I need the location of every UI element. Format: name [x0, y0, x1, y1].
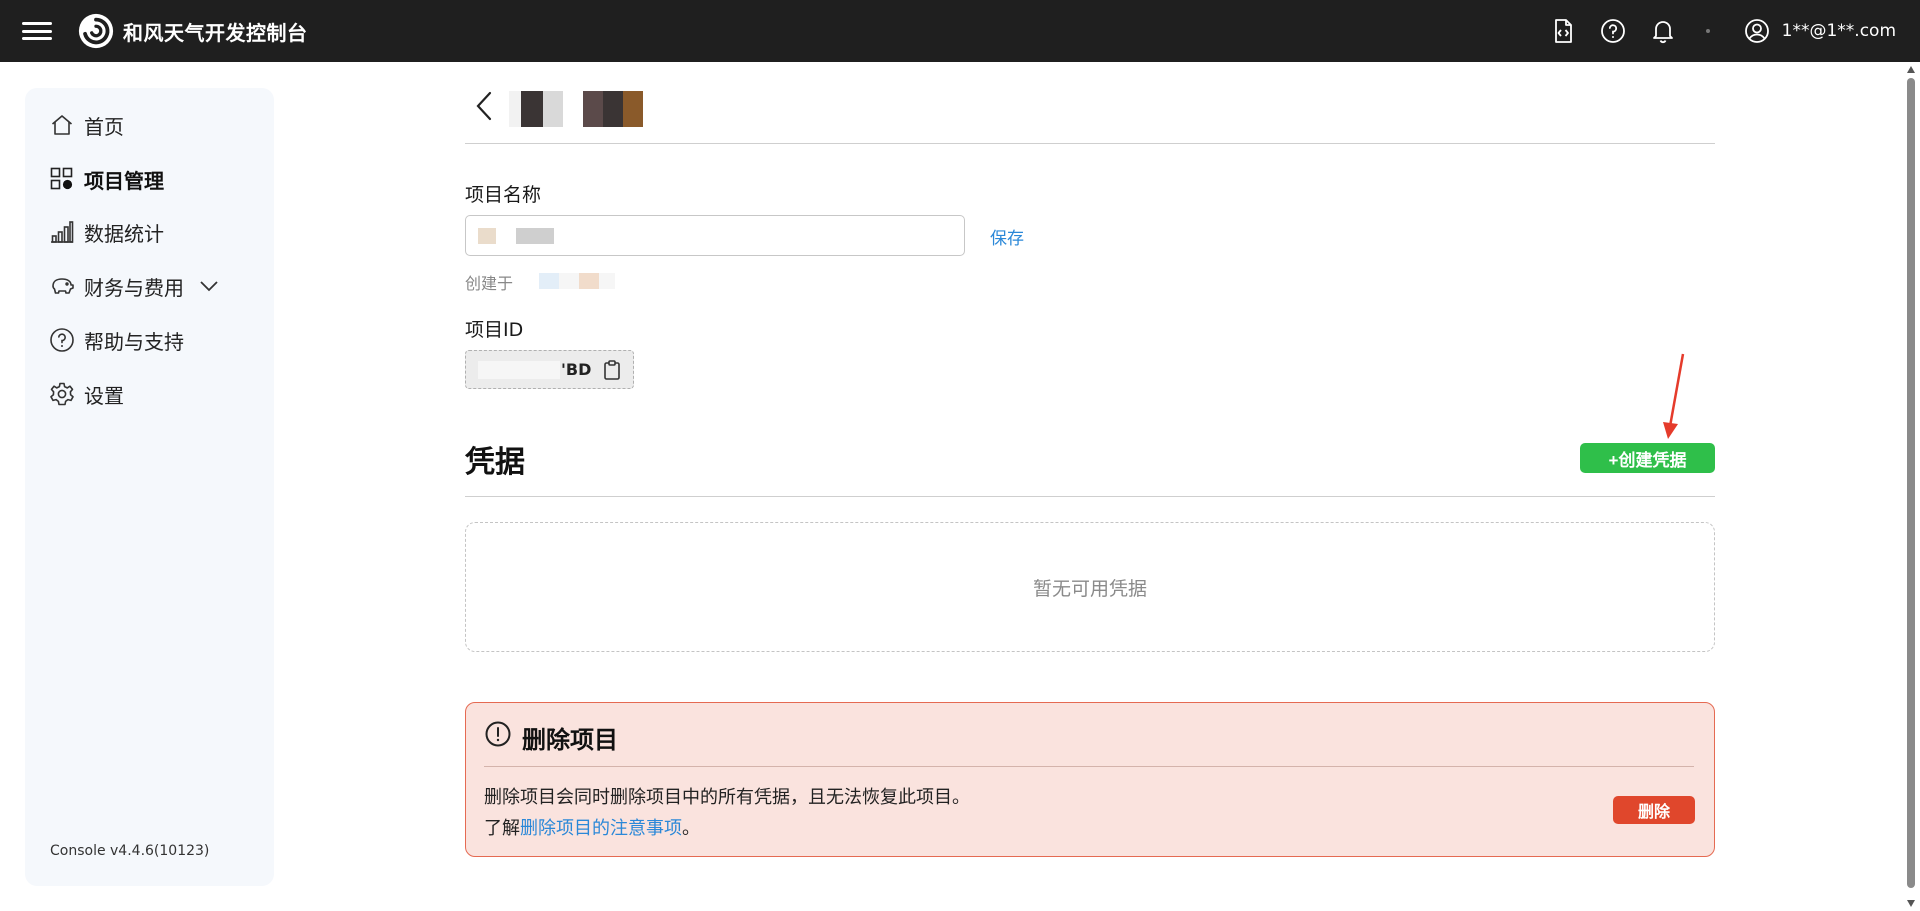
- sidebar-item-label: 设置: [84, 383, 124, 408]
- gear-icon: [50, 382, 74, 406]
- scroll-thumb[interactable]: [1907, 78, 1915, 888]
- grid-icon: [50, 167, 73, 190]
- top-bar: 和风天气开发控制台 1**@1**.com: [0, 0, 1920, 62]
- sidebar-item-projects[interactable]: 项目管理: [49, 163, 164, 195]
- divider: [465, 143, 1715, 144]
- clipboard-icon[interactable]: [601, 359, 623, 381]
- api-doc-icon[interactable]: [1548, 16, 1578, 46]
- created-date-redacted: [539, 273, 615, 289]
- learn-prefix: 了解: [484, 818, 520, 839]
- separator-dot: [1705, 29, 1710, 33]
- bar-chart-icon: [51, 221, 74, 243]
- annotation-arrow-icon: [1663, 353, 1685, 439]
- scrollbar[interactable]: [1902, 62, 1920, 911]
- user-icon[interactable]: [1742, 16, 1772, 46]
- sidebar-item-settings[interactable]: 设置: [49, 378, 124, 410]
- user-email[interactable]: 1**@1**.com: [1782, 21, 1896, 41]
- alert-icon: [485, 721, 511, 747]
- back-arrow-icon[interactable]: [470, 88, 500, 124]
- version-label: Console v4.4.6(10123): [50, 843, 210, 859]
- logo-icon[interactable]: [77, 12, 115, 50]
- app-title[interactable]: 和风天气开发控制台: [123, 17, 308, 46]
- credentials-title: 凭据: [465, 445, 525, 480]
- project-id-label: 项目ID: [465, 319, 524, 341]
- sidebar-item-statistics[interactable]: 数据统计: [49, 216, 164, 248]
- learn-suffix: 。: [682, 818, 700, 839]
- sidebar-item-label: 财务与费用: [84, 275, 184, 300]
- chevron-down-icon[interactable]: [198, 275, 220, 297]
- divider: [484, 766, 1694, 767]
- bell-icon[interactable]: [1648, 16, 1678, 46]
- sidebar-item-label: 帮助与支持: [84, 329, 184, 354]
- delete-learn-more: 了解删除项目的注意事项。: [484, 814, 700, 840]
- created-label: 创建于: [465, 274, 514, 293]
- help-icon: [50, 328, 74, 352]
- help-icon[interactable]: [1598, 16, 1628, 46]
- project-name-input[interactable]: [465, 215, 965, 256]
- project-id-field: 'BD: [465, 350, 634, 389]
- sidebar-item-home[interactable]: 首页: [49, 109, 124, 141]
- delete-project-panel: 删除项目 删除项目会同时删除项目中的所有凭据，且无法恢复此项目。 了解删除项目的…: [465, 702, 1715, 857]
- sidebar-item-help[interactable]: 帮助与支持: [49, 324, 184, 356]
- user-menu[interactable]: 1**@1**.com: [1742, 16, 1896, 46]
- scroll-down-icon[interactable]: [1907, 900, 1915, 907]
- sidebar-item-label: 项目管理: [84, 168, 164, 193]
- empty-state-text: 暂无可用凭据: [1032, 577, 1147, 600]
- sidebar: 首页 项目管理 数据统计 财务与费用 帮助与支持 设置 Console v4.4…: [25, 88, 274, 886]
- sidebar-item-finance[interactable]: 财务与费用: [49, 270, 220, 302]
- scroll-up-icon[interactable]: [1907, 66, 1915, 73]
- empty-credentials-box: 暂无可用凭据: [465, 522, 1715, 652]
- sidebar-item-label: 首页: [84, 114, 124, 139]
- delete-project-button[interactable]: 删除: [1613, 796, 1695, 824]
- project-id-suffix: 'BD: [561, 360, 592, 379]
- home-icon: [51, 115, 73, 135]
- piggy-bank-icon: [52, 278, 74, 294]
- sidebar-item-label: 数据统计: [84, 221, 164, 246]
- divider: [465, 496, 1715, 497]
- create-credential-button[interactable]: +创建凭据: [1580, 443, 1715, 473]
- menu-icon[interactable]: [22, 19, 52, 43]
- project-name-label: 项目名称: [465, 184, 542, 206]
- save-link[interactable]: 保存: [990, 224, 1024, 249]
- project-id-redacted: [478, 360, 560, 379]
- delete-notes-link[interactable]: 删除项目的注意事项: [520, 818, 682, 839]
- project-title-redacted: [509, 91, 643, 127]
- delete-project-title: 删除项目: [522, 726, 618, 754]
- delete-warning-text: 删除项目会同时删除项目中的所有凭据，且无法恢复此项目。: [484, 787, 970, 808]
